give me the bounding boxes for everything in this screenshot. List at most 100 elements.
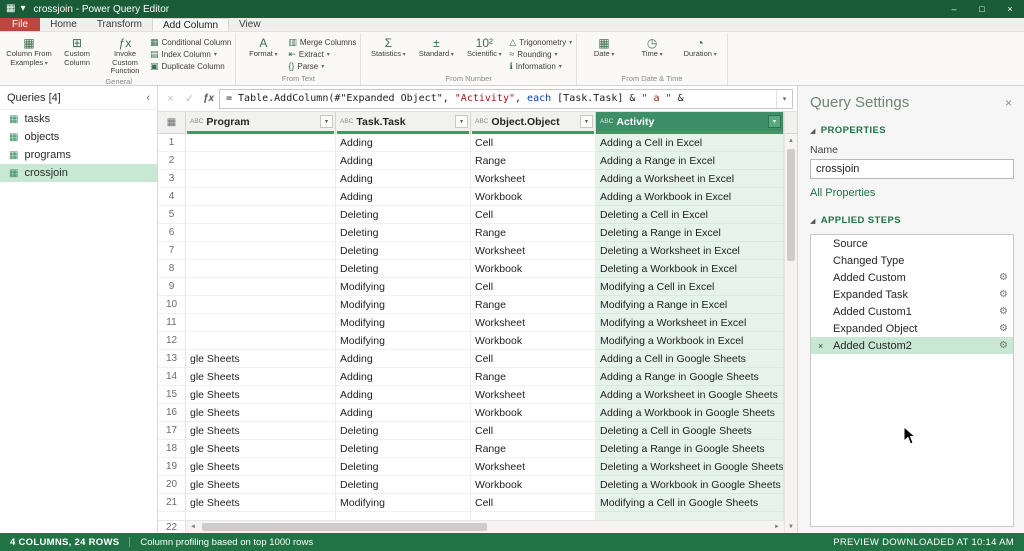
row-number[interactable]: 5 [158, 206, 186, 224]
ribbon-tab-home[interactable]: Home [40, 18, 87, 31]
table-cell[interactable]: gle Sheets [186, 350, 336, 368]
column-from-examples-button[interactable]: ▦Column From Examples ▾ [6, 34, 52, 76]
row-number[interactable]: 15 [158, 386, 186, 404]
table-cell[interactable]: Deleting a Range in Google Sheets [596, 440, 784, 458]
table-cell[interactable]: Modifying [336, 278, 471, 296]
table-cell[interactable]: gle Sheets [186, 440, 336, 458]
step-settings-gear-icon[interactable]: ⚙ [999, 323, 1008, 334]
vertical-scrollbar[interactable]: ▲ ▼ [784, 112, 797, 533]
table-cell[interactable]: Cell [471, 278, 596, 296]
table-cell[interactable]: Worksheet [471, 386, 596, 404]
query-item-objects[interactable]: ▦objects [0, 128, 157, 146]
filter-button[interactable]: ▾ [320, 115, 333, 128]
table-cell[interactable]: Deleting [336, 440, 471, 458]
table-cell[interactable] [186, 332, 336, 350]
table-cell[interactable]: Modifying [336, 494, 471, 512]
ribbon-tab-add-column[interactable]: Add Column [152, 18, 229, 31]
date-button[interactable]: ▦Date ▾ [581, 34, 627, 73]
row-number[interactable]: 9 [158, 278, 186, 296]
row-number[interactable]: 6 [158, 224, 186, 242]
table-cell[interactable]: Range [471, 152, 596, 170]
table-cell[interactable]: Deleting a Worksheet in Google Sheets [596, 458, 784, 476]
row-number[interactable]: 1 [158, 134, 186, 152]
table-cell[interactable]: Cell [471, 494, 596, 512]
applied-step-changed-type[interactable]: Changed Type [811, 252, 1013, 269]
minimize-button[interactable]: – [940, 0, 968, 18]
row-number[interactable]: 11 [158, 314, 186, 332]
table-cell[interactable] [186, 224, 336, 242]
horizontal-scroll-thumb[interactable] [202, 523, 487, 531]
table-cell[interactable] [186, 242, 336, 260]
table-cell[interactable] [186, 296, 336, 314]
scientific-button[interactable]: 10²Scientific ▾ [461, 34, 507, 73]
table-cell[interactable]: Worksheet [471, 458, 596, 476]
table-cell[interactable]: Adding a Cell in Google Sheets [596, 350, 784, 368]
duration-button[interactable]: ◔Duration ▾ [677, 34, 723, 73]
close-button[interactable]: × [996, 0, 1024, 18]
table-cell[interactable]: Worksheet [471, 170, 596, 188]
formula-cancel-icon[interactable]: × [162, 93, 179, 105]
table-cell[interactable]: Deleting [336, 260, 471, 278]
table-cell[interactable]: Deleting [336, 206, 471, 224]
table-cell[interactable] [186, 152, 336, 170]
table-cell[interactable]: Modifying [336, 314, 471, 332]
table-cell[interactable]: Adding a Range in Excel [596, 152, 784, 170]
table-cell[interactable]: Modifying a Cell in Excel [596, 278, 784, 296]
table-cell[interactable]: Workbook [471, 188, 596, 206]
table-cell[interactable]: gle Sheets [186, 368, 336, 386]
horizontal-scrollbar[interactable]: 22 ◄ ► [158, 520, 784, 533]
table-cell[interactable]: Worksheet [471, 242, 596, 260]
table-cell[interactable]: Adding a Workbook in Google Sheets [596, 404, 784, 422]
scroll-right-icon[interactable]: ► [770, 521, 784, 533]
row-number[interactable]: 3 [158, 170, 186, 188]
table-cell[interactable]: Adding [336, 368, 471, 386]
table-cell[interactable]: Deleting [336, 224, 471, 242]
table-cell[interactable]: Deleting a Cell in Excel [596, 206, 784, 224]
statistics-button[interactable]: ΣStatistics ▾ [365, 34, 411, 73]
step-settings-gear-icon[interactable]: ⚙ [999, 289, 1008, 300]
table-cell[interactable]: Adding [336, 404, 471, 422]
fx-icon[interactable]: ƒx [200, 93, 217, 104]
filter-button[interactable]: ▾ [768, 115, 781, 128]
horizontal-scroll-track[interactable] [200, 521, 770, 533]
row-number[interactable]: 17 [158, 422, 186, 440]
query-item-programs[interactable]: ▦programs [0, 146, 157, 164]
table-cell[interactable]: gle Sheets [186, 422, 336, 440]
restore-button[interactable]: □ [968, 0, 996, 18]
row-number[interactable]: 20 [158, 476, 186, 494]
table-cell[interactable] [186, 206, 336, 224]
table-cell[interactable]: Deleting a Workbook in Google Sheets [596, 476, 784, 494]
ribbon-tab-file[interactable]: File [0, 18, 40, 31]
table-cell[interactable] [186, 134, 336, 152]
table-cell[interactable] [186, 170, 336, 188]
table-cell[interactable]: Deleting [336, 458, 471, 476]
table-cell[interactable]: Modifying [336, 296, 471, 314]
vertical-scroll-track[interactable] [785, 147, 797, 520]
all-properties-link[interactable]: All Properties [810, 187, 1014, 199]
table-cell[interactable]: Adding a Worksheet in Excel [596, 170, 784, 188]
table-cell[interactable]: Deleting [336, 422, 471, 440]
row-number[interactable]: 21 [158, 494, 186, 512]
table-cell[interactable]: Adding a Cell in Excel [596, 134, 784, 152]
status-profiling[interactable]: Column profiling based on top 1000 rows [130, 537, 323, 548]
table-cell[interactable] [186, 188, 336, 206]
formula-expand-icon[interactable]: ▾ [776, 90, 792, 108]
table-cell[interactable]: Modifying a Workbook in Excel [596, 332, 784, 350]
invoke-custom-function-button[interactable]: ƒxInvoke Custom Function [102, 34, 148, 76]
table-cell[interactable] [186, 260, 336, 278]
column-header-object-object[interactable]: ABCObject.Object▾ [471, 112, 596, 134]
table-cell[interactable]: gle Sheets [186, 458, 336, 476]
standard-button[interactable]: ±Standard ▾ [413, 34, 459, 73]
applied-step-expanded-task[interactable]: Expanded Task⚙ [811, 286, 1013, 303]
vertical-scroll-thumb[interactable] [787, 149, 795, 261]
table-cell[interactable]: Modifying a Range in Excel [596, 296, 784, 314]
row-number[interactable]: 13 [158, 350, 186, 368]
table-cell[interactable]: Workbook [471, 332, 596, 350]
table-cell[interactable]: Workbook [471, 260, 596, 278]
extract-button[interactable]: ⇤Extract▾ [288, 49, 356, 59]
row-number[interactable]: 18 [158, 440, 186, 458]
scroll-left-icon[interactable]: ◄ [186, 521, 200, 533]
parse-button[interactable]: {}Parse▾ [288, 61, 356, 71]
step-settings-gear-icon[interactable]: ⚙ [999, 340, 1008, 351]
filter-button[interactable]: ▾ [455, 115, 468, 128]
